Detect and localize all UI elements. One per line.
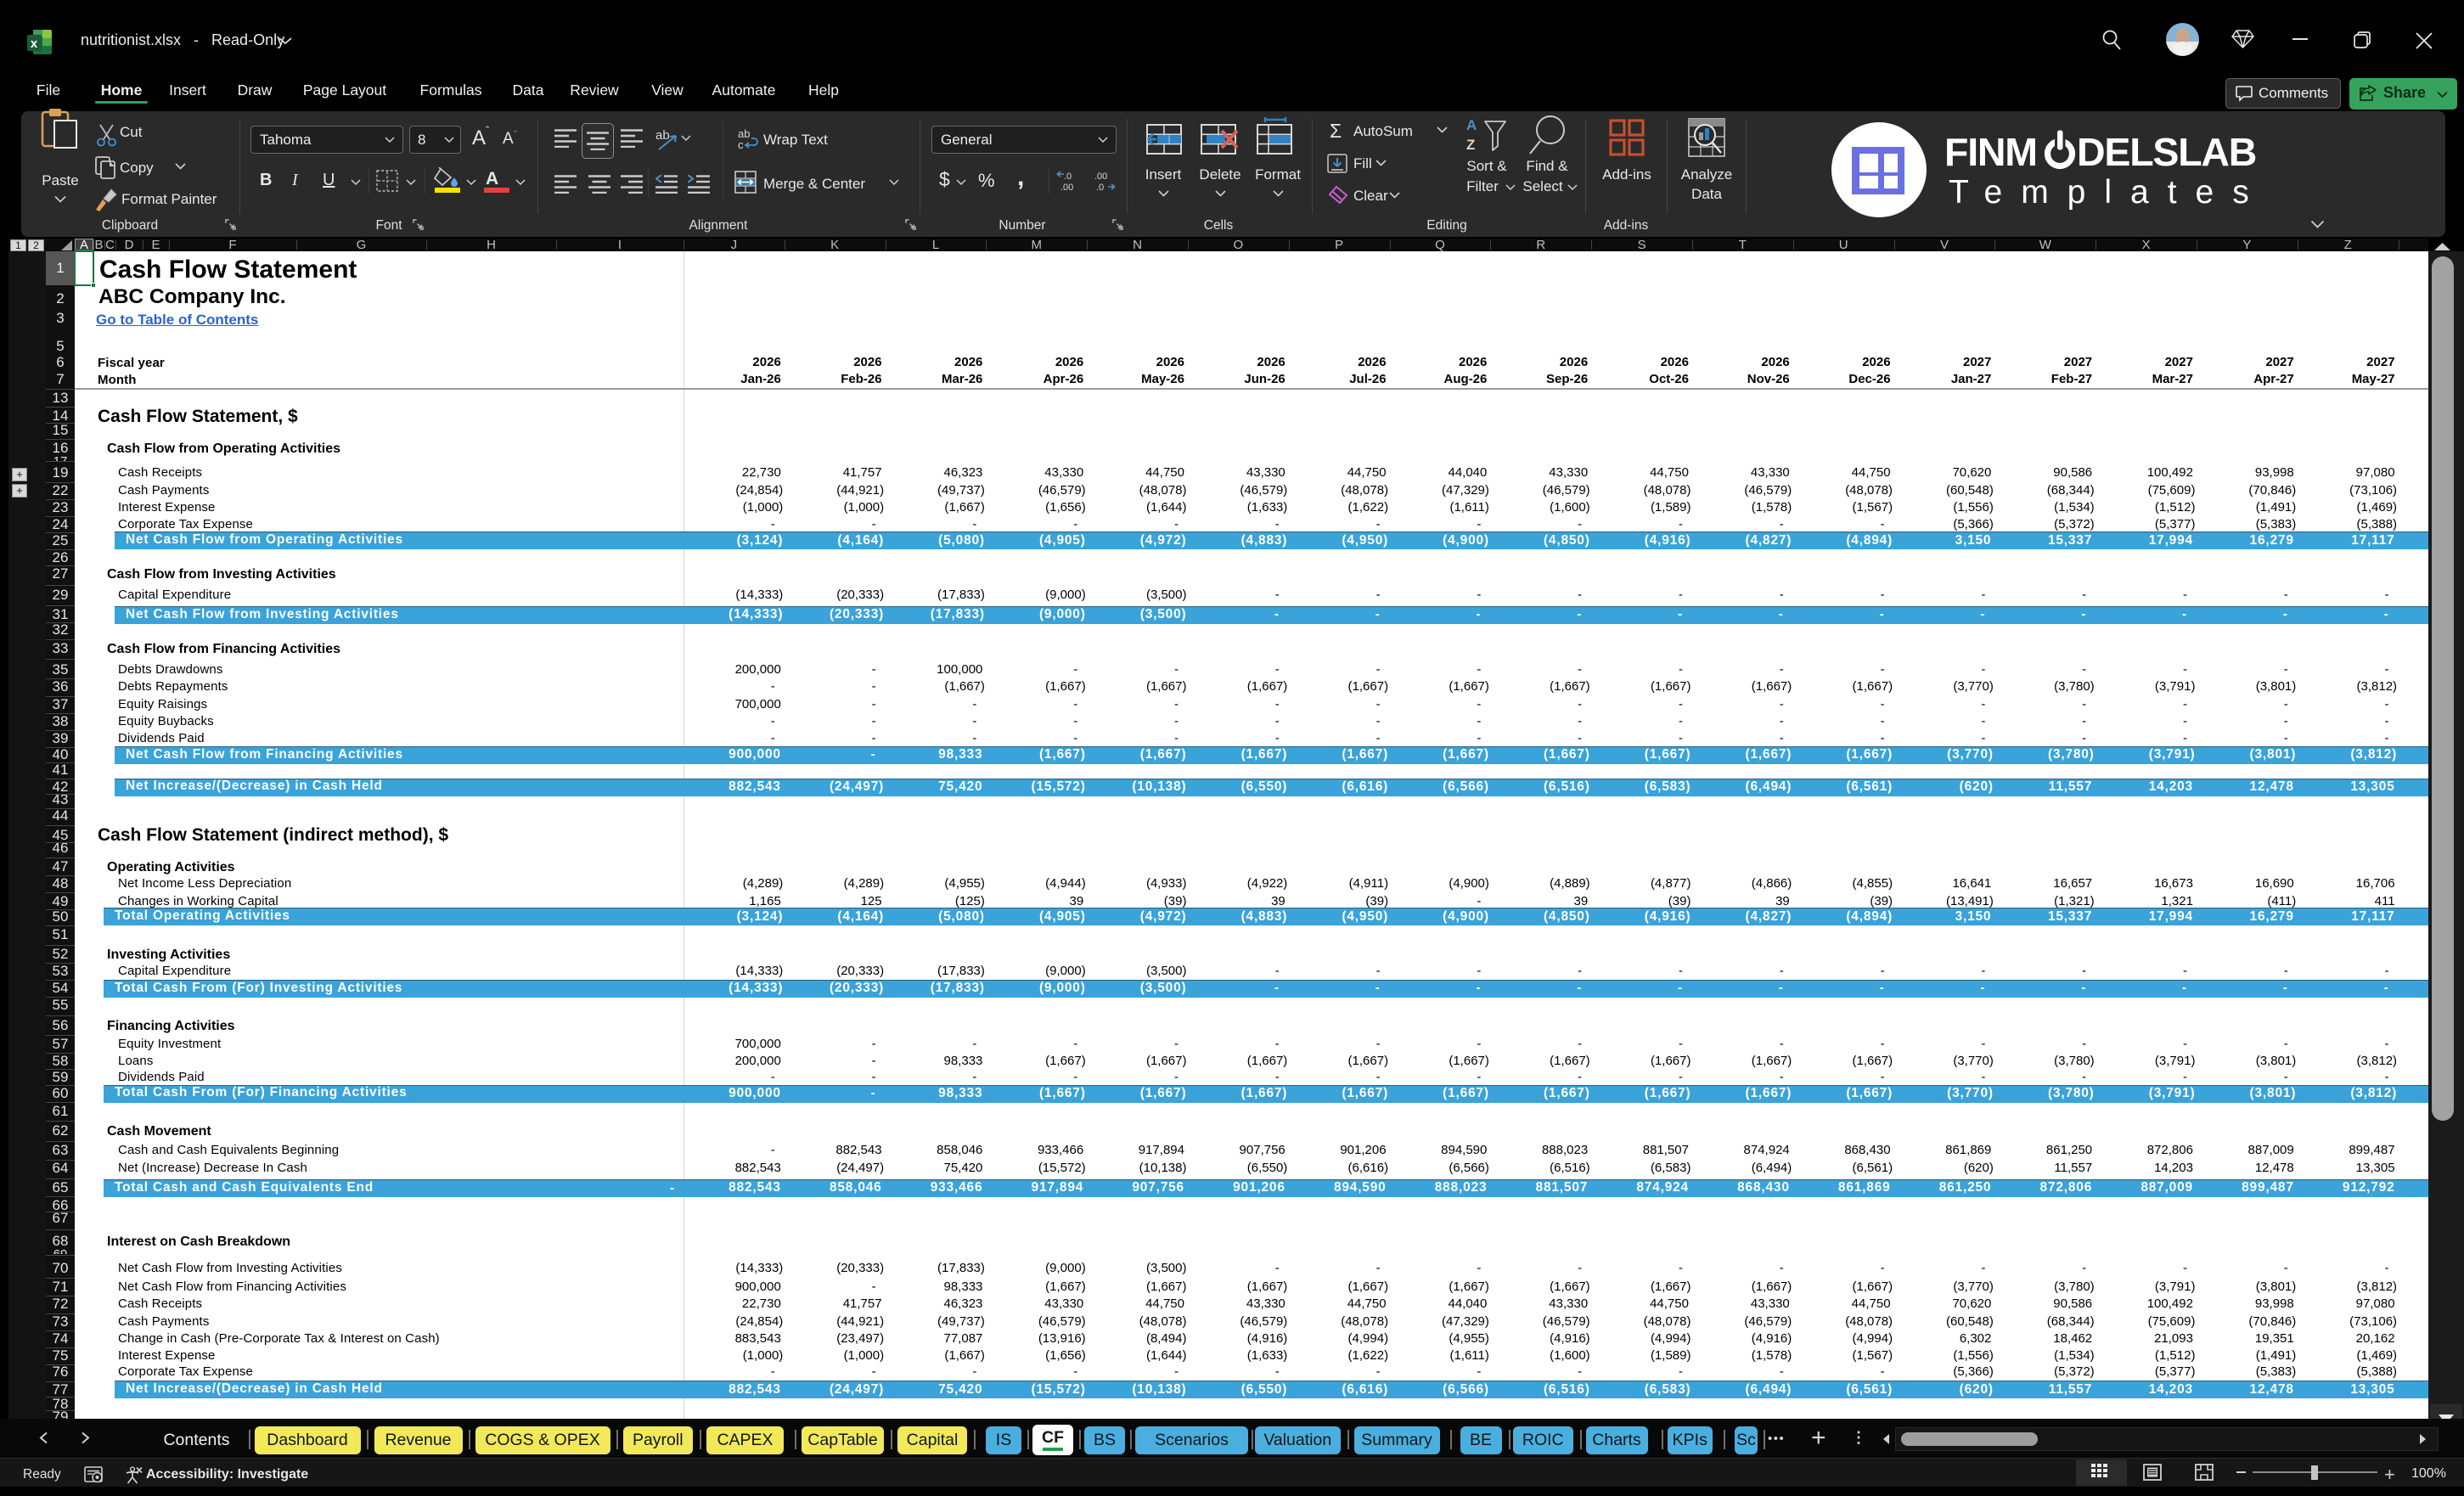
svg-text:A: A [1466,117,1477,133]
svg-text:FINM: FINM [1944,130,2037,173]
svg-text:x: x [31,37,38,51]
svg-text:ab: ab [655,128,670,143]
svg-text:Z: Z [1466,137,1475,153]
svg-text:.0: .0 [1064,172,1072,182]
svg-text:DELSLAB: DELSLAB [2077,130,2256,173]
svg-text:.00: .00 [1060,183,1073,192]
svg-text:.00: .00 [1094,172,1107,182]
svg-text:c: c [738,138,744,150]
svg-text:.0: .0 [1096,183,1104,192]
